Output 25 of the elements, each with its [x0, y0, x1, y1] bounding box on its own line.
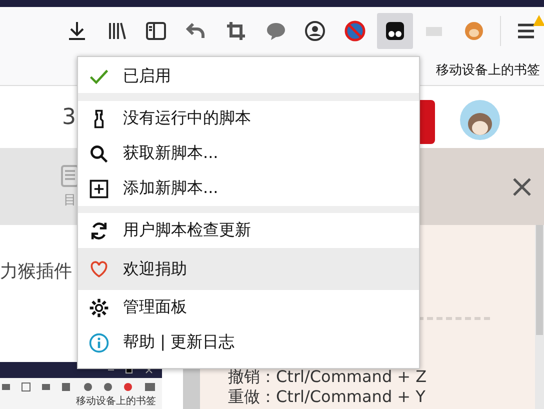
info-icon	[88, 332, 110, 354]
bookmark-label[interactable]: 移动设备上的书签	[436, 61, 540, 79]
article-title: 力猴插件	[0, 260, 72, 283]
menu-item[interactable]: 帮助 | 更新日志	[78, 325, 419, 360]
blocked-globe-icon	[343, 19, 367, 43]
account-icon	[303, 19, 328, 43]
shortcut-text: 撤销：Ctrl/Command + Z	[228, 367, 427, 387]
search-icon	[88, 142, 110, 164]
sidebar-icon	[144, 19, 168, 43]
menu-item[interactable]: 添加新脚本...	[78, 171, 419, 206]
settings-icon	[88, 296, 110, 318]
menu-item[interactable]: 欢迎捐助	[78, 248, 419, 290]
menu-item[interactable]: 已启用	[78, 60, 419, 93]
menu-item[interactable]: 没有运行中的脚本	[78, 101, 419, 136]
menu-item[interactable]: 管理面板	[78, 290, 419, 325]
heart-icon	[88, 258, 110, 280]
partial-text: 3	[62, 104, 76, 130]
shortcut-text: 重做：Ctrl/Command + Y	[228, 387, 426, 407]
menu-item[interactable]: 获取新脚本...	[78, 136, 419, 171]
menu-item[interactable]: 用户脚本检查更新	[78, 213, 419, 248]
avatar-icon	[460, 100, 500, 140]
scrollbar[interactable]	[535, 225, 544, 409]
add-icon	[88, 178, 110, 200]
toolbar-button[interactable]	[376, 13, 413, 49]
bookmark-label: 移动设备上的书签	[76, 394, 156, 408]
